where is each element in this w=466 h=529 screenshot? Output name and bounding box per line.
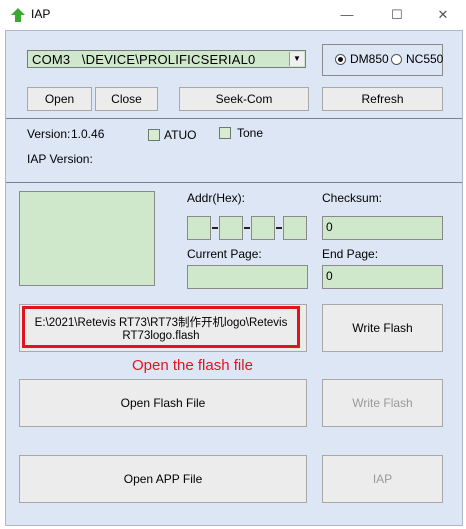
atuo-checkbox[interactable] xyxy=(148,129,160,141)
addr-byte-1[interactable] xyxy=(187,216,211,240)
logo-preview xyxy=(19,191,155,286)
addr-separator xyxy=(212,227,218,229)
com-port-value: COM3 \DEVICE\PROLIFICSERIAL0 xyxy=(32,52,256,67)
divider xyxy=(6,182,462,183)
addr-byte-3[interactable] xyxy=(251,216,275,240)
close-button[interactable]: Close xyxy=(95,87,158,111)
close-window-button[interactable]: ✕ xyxy=(420,0,466,30)
maximize-button[interactable]: ☐ xyxy=(374,0,420,30)
open-app-file-button[interactable]: Open APP File xyxy=(19,455,307,503)
flash-file-path-line2: RT73logo.flash xyxy=(122,330,200,342)
com-port-select[interactable]: COM3 \DEVICE\PROLIFICSERIAL0 ▼ xyxy=(27,50,306,68)
tone-label: Tone xyxy=(237,126,264,140)
flash-file-path: E:\2021\Retevis RT73\RT73制作开机logo\Retevi… xyxy=(25,317,297,343)
iap-window: IAP — ☐ ✕ COM3 \DEVICE\PROLIFICSERIAL0 ▼… xyxy=(0,0,466,529)
radio-dm850-label: DM850 xyxy=(350,52,389,66)
radio-dm850[interactable] xyxy=(335,54,346,65)
addr-separator xyxy=(244,227,250,229)
chevron-down-icon[interactable]: ▼ xyxy=(289,52,304,66)
addr-hex-label: Addr(Hex): xyxy=(187,191,246,205)
current-page-field[interactable] xyxy=(187,265,308,289)
checksum-label: Checksum: xyxy=(322,191,383,205)
model-radio-group: DM850 NC550 xyxy=(322,44,443,76)
version-value: 1.0.46 xyxy=(71,127,105,141)
minimize-button[interactable]: — xyxy=(324,0,370,30)
open-flash-file-button[interactable]: Open Flash File xyxy=(19,379,307,427)
current-page-label: Current Page: xyxy=(187,247,262,261)
write-flash-button[interactable]: Write Flash xyxy=(322,304,443,352)
atuo-label: ATUO xyxy=(164,128,197,142)
addr-byte-2[interactable] xyxy=(219,216,243,240)
client-area: COM3 \DEVICE\PROLIFICSERIAL0 ▼ DM850 NC5… xyxy=(5,30,463,526)
end-page-label: End Page: xyxy=(322,247,379,261)
end-page-field[interactable]: 0 xyxy=(322,265,443,289)
window-title: IAP xyxy=(31,7,51,21)
open-flash-hint: Open the flash file xyxy=(132,357,253,374)
seek-com-button[interactable]: Seek-Com xyxy=(179,87,309,111)
open-button[interactable]: Open xyxy=(27,87,92,111)
flash-file-path-line1: E:\2021\Retevis RT73\RT73制作开机logo\Retevi… xyxy=(34,317,288,329)
addr-separator xyxy=(276,227,282,229)
iap-version-label: IAP Version: xyxy=(27,152,93,166)
version-label: Version: xyxy=(27,127,71,141)
radio-nc550[interactable] xyxy=(391,54,402,65)
radio-nc550-label: NC550 xyxy=(406,52,444,66)
green-arrow-up-icon xyxy=(11,8,25,22)
iap-button[interactable]: IAP xyxy=(322,455,443,503)
divider xyxy=(6,118,462,119)
checksum-field[interactable]: 0 xyxy=(322,216,443,240)
refresh-button[interactable]: Refresh xyxy=(322,87,443,111)
addr-byte-4[interactable] xyxy=(283,216,307,240)
title-bar: IAP — ☐ ✕ xyxy=(0,0,466,30)
tone-checkbox[interactable] xyxy=(219,127,231,139)
write-flash-disabled-button[interactable]: Write Flash xyxy=(322,379,443,427)
